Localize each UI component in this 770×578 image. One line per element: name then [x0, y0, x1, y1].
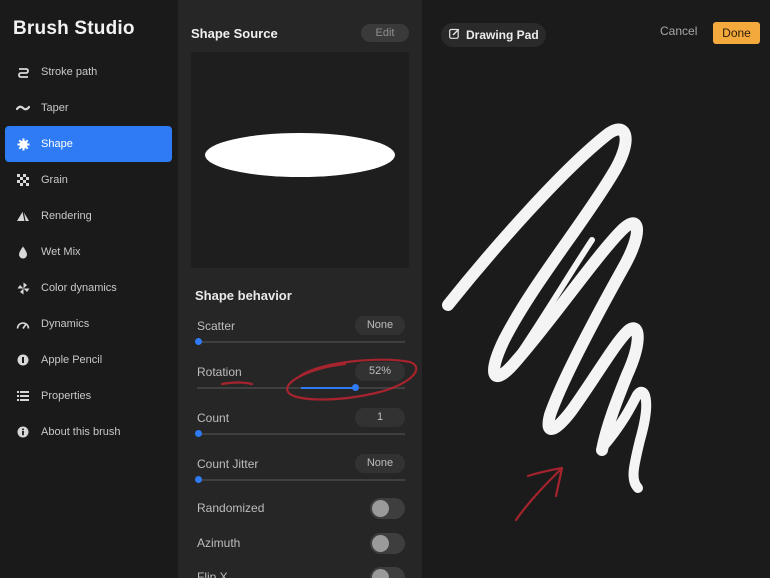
- sidebar-item-wet-mix[interactable]: Wet Mix: [5, 234, 172, 270]
- azimuth-toggle[interactable]: [370, 533, 405, 554]
- color-dynamics-icon: [16, 281, 30, 295]
- sidebar-item-grain[interactable]: Grain: [5, 162, 172, 198]
- azimuth-setting: Azimuth: [197, 533, 405, 555]
- sidebar-item-shape[interactable]: Shape: [5, 126, 172, 162]
- rotation-slider-fill: [301, 387, 356, 389]
- sidebar-item-label: Dynamics: [41, 318, 90, 330]
- rendering-icon: [16, 209, 30, 223]
- drawing-pad-label: Drawing Pad: [466, 28, 539, 42]
- toggle-knob: [372, 569, 389, 578]
- randomized-setting: Randomized: [197, 498, 405, 520]
- sidebar-item-dynamics[interactable]: Dynamics: [5, 306, 172, 342]
- drawing-pad-title[interactable]: Drawing Pad: [441, 23, 546, 47]
- rotation-slider[interactable]: [197, 384, 405, 391]
- stroke-path-icon: [16, 65, 30, 79]
- count-label: Count: [197, 411, 230, 425]
- shape-ellipse: [205, 133, 395, 177]
- sidebar-item-about[interactable]: About this brush: [5, 414, 172, 450]
- sidebar-item-label: Taper: [41, 102, 69, 114]
- sidebar: Brush Studio Stroke path Taper Shape Gra…: [0, 0, 178, 578]
- toggle-knob: [372, 535, 389, 552]
- count-value[interactable]: 1: [355, 408, 405, 427]
- count-jitter-slider[interactable]: [195, 476, 405, 483]
- sidebar-item-label: Apple Pencil: [41, 354, 103, 366]
- randomized-label: Randomized: [197, 501, 265, 515]
- count-jitter-slider-knob[interactable]: [195, 476, 202, 483]
- sidebar-item-label: About this brush: [41, 426, 121, 438]
- count-slider[interactable]: [195, 430, 405, 437]
- scatter-slider-knob[interactable]: [195, 338, 202, 345]
- rotation-value[interactable]: 52%: [355, 362, 405, 381]
- toggle-knob: [372, 500, 389, 517]
- flip-x-setting: Flip X: [197, 567, 405, 578]
- sidebar-item-stroke-path[interactable]: Stroke path: [5, 54, 172, 90]
- properties-icon: [16, 389, 30, 403]
- sidebar-item-label: Wet Mix: [41, 246, 81, 258]
- count-slider-knob[interactable]: [195, 430, 202, 437]
- dynamics-icon: [16, 317, 30, 331]
- sidebar-item-label: Rendering: [41, 210, 92, 222]
- sidebar-item-label: Properties: [41, 390, 92, 402]
- cancel-button[interactable]: Cancel: [660, 24, 697, 38]
- app-title: Brush Studio: [13, 18, 135, 39]
- brush-stroke-preview: [442, 123, 652, 493]
- count-jitter-label: Count Jitter: [197, 457, 259, 471]
- wet-mix-icon: [16, 245, 30, 259]
- apple-pencil-icon: [16, 353, 30, 367]
- sidebar-item-label: Grain: [41, 174, 68, 186]
- scatter-label: Scatter: [197, 319, 236, 333]
- rotation-slider-knob[interactable]: [352, 384, 360, 391]
- flip-x-label: Flip X: [197, 570, 228, 578]
- sidebar-item-taper[interactable]: Taper: [5, 90, 172, 126]
- rotation-label: Rotation: [197, 365, 242, 379]
- grain-icon: [16, 173, 30, 187]
- flip-x-toggle[interactable]: [370, 567, 405, 578]
- edit-button[interactable]: Edit: [361, 24, 409, 42]
- shape-icon: [16, 137, 30, 151]
- taper-icon: [16, 101, 30, 115]
- sidebar-item-label: Stroke path: [41, 66, 98, 78]
- scatter-value[interactable]: None: [355, 316, 405, 335]
- sidebar-item-rendering[interactable]: Rendering: [5, 198, 172, 234]
- azimuth-label: Azimuth: [197, 536, 241, 550]
- shape-source-preview[interactable]: [191, 52, 409, 268]
- sidebar-item-color-dynamics[interactable]: Color dynamics: [5, 270, 172, 306]
- done-button[interactable]: Done: [713, 22, 760, 44]
- sidebar-nav: Stroke path Taper Shape Grain Rendering: [5, 54, 172, 450]
- randomized-toggle[interactable]: [370, 498, 405, 519]
- info-icon: [16, 425, 30, 439]
- shape-source-title: Shape Source: [191, 26, 278, 41]
- edit-note-icon: [449, 26, 460, 44]
- count-jitter-value[interactable]: None: [355, 454, 405, 473]
- shape-settings-panel: Shape Source Edit Shape behavior Scatter…: [178, 0, 422, 578]
- scatter-slider[interactable]: [195, 338, 405, 345]
- sidebar-item-apple-pencil[interactable]: Apple Pencil: [5, 342, 172, 378]
- sidebar-item-label: Shape: [41, 138, 73, 150]
- shape-behavior-title: Shape behavior: [195, 288, 292, 303]
- drawing-pad[interactable]: [422, 0, 770, 578]
- sidebar-item-properties[interactable]: Properties: [5, 378, 172, 414]
- sidebar-item-label: Color dynamics: [41, 282, 117, 294]
